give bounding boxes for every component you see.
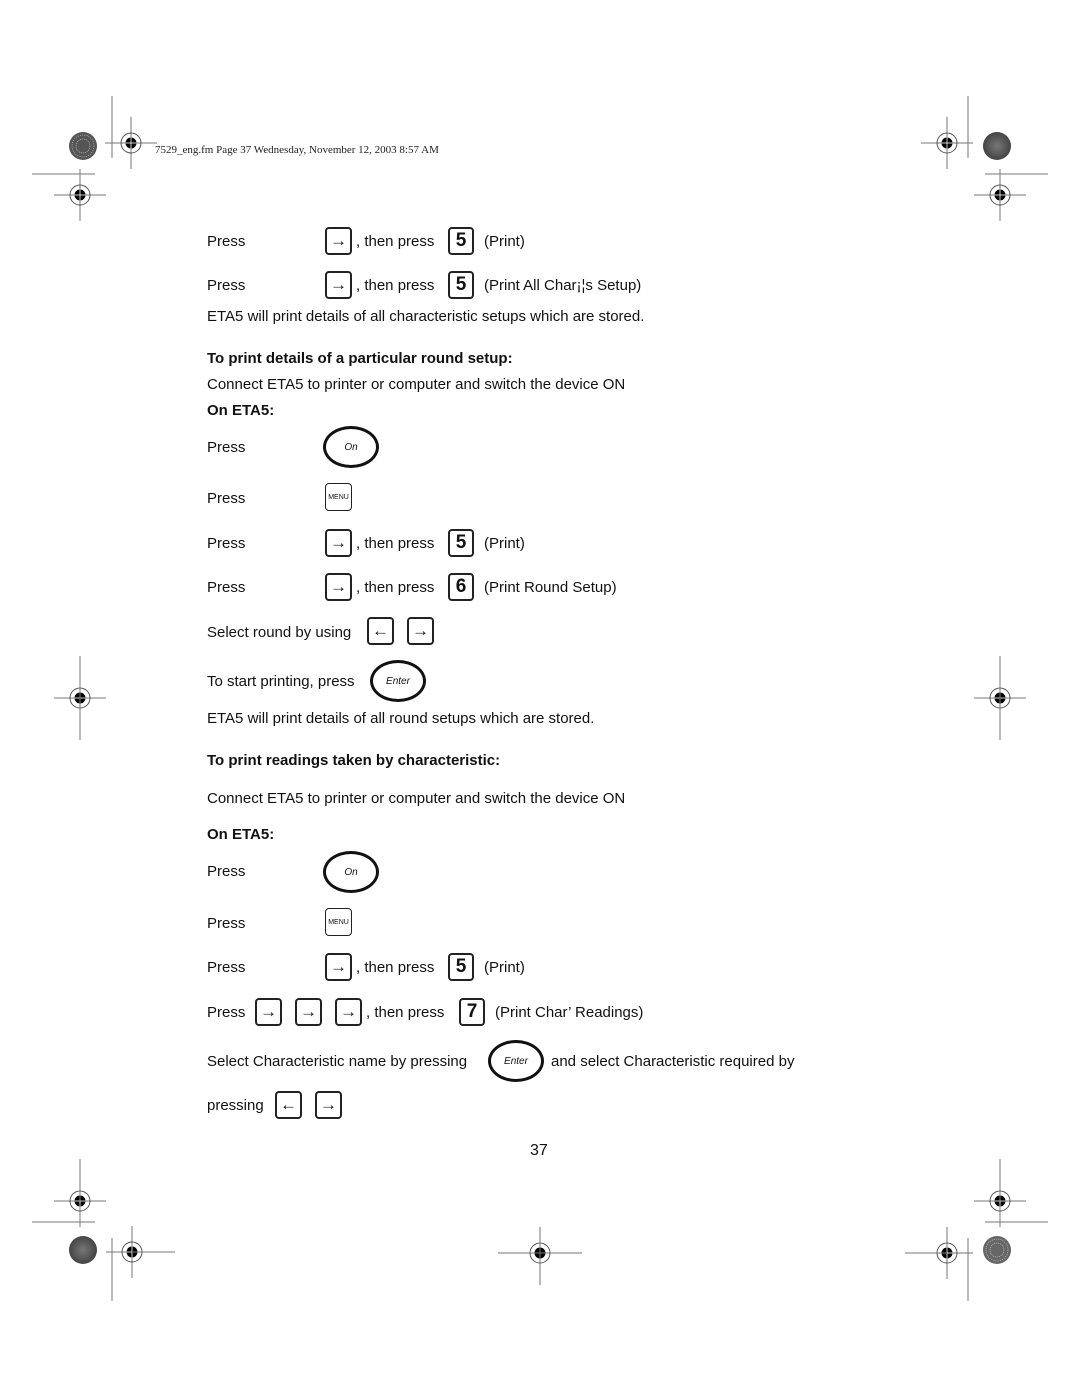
registration-marks (32, 96, 1048, 1301)
crosshair-mark-icon (920, 116, 974, 170)
crosshair-mark-icon (53, 168, 107, 222)
solid-disk-mark-icon (983, 132, 1011, 160)
solid-disk-mark-icon (69, 1236, 97, 1264)
starburst-mark-icon (69, 132, 97, 160)
crosshair-mark-icon (104, 116, 158, 170)
crosshair-mark-icon (973, 168, 1027, 222)
starburst-mark-icon (983, 1236, 1011, 1264)
